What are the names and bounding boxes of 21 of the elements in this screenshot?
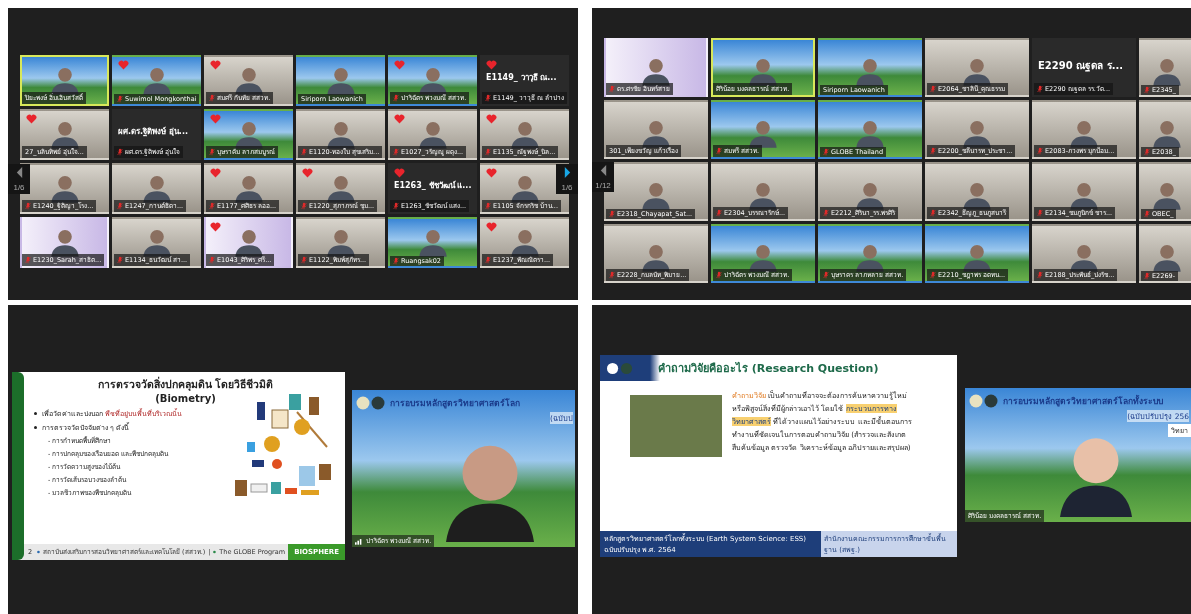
- participant-name-display: E1149_ วาวุธี ณ...: [486, 72, 557, 84]
- logo-icon: [606, 361, 634, 375]
- globe-icon: [213, 548, 217, 556]
- participant-name-display: E2290 ณฐดล ร...: [1038, 59, 1124, 73]
- participant-name-display: ผศ.ดร.ฐิติพงษ์ อุ่น...: [118, 125, 188, 138]
- participant-name-display: E1263_ ชัชวัฒน์ แ...: [394, 179, 472, 192]
- left-arrow-icon: [14, 166, 24, 179]
- next-page-button[interactable]: 1/6: [556, 164, 578, 194]
- signal-icon: [355, 537, 363, 545]
- logo-icon: [356, 396, 386, 410]
- banner-title: การอบรมหลักสูตรวิทยาศาสตร์โลก: [390, 397, 520, 410]
- slide-subtitle: (Biometry): [154, 393, 217, 404]
- banner-title: การอบรมหลักสูตรวิทยาศาสตร์โลกทั้งระบบ: [1003, 394, 1163, 408]
- logo-icon: [969, 394, 999, 408]
- logo-icon: [37, 548, 41, 556]
- left-arrow-icon: [598, 164, 608, 177]
- right-arrow-icon: [562, 166, 572, 179]
- previous-page-button[interactable]: 1/6: [8, 164, 30, 194]
- previous-page-button[interactable]: 1/12: [592, 162, 614, 192]
- slide-title: การตรวจวัดสิ่งปกคลุมดิน โดยวิธีชีวมิติ: [96, 376, 275, 393]
- slide-title: คำถามวิจัยคืออะไร (Research Question): [658, 361, 879, 377]
